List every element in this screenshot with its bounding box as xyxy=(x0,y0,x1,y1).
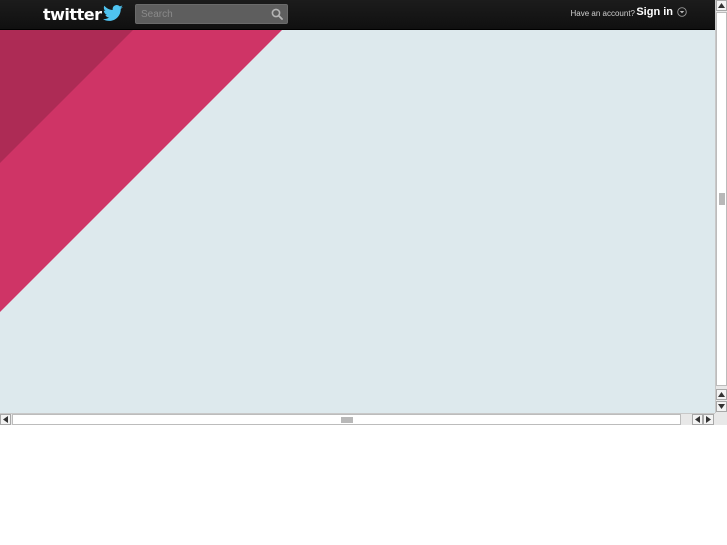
arrow-left-icon[interactable] xyxy=(692,414,703,425)
search-input[interactable] xyxy=(136,5,266,23)
background-artwork xyxy=(0,29,715,414)
top-bar: twitter Have an account? Sign in xyxy=(0,0,715,30)
arrow-up-icon[interactable] xyxy=(716,389,727,400)
twitter-logo[interactable]: twitter xyxy=(43,3,124,25)
browser-viewport: twitter Have an account? Sign in xyxy=(0,0,727,425)
vertical-scrollbar[interactable] xyxy=(715,0,727,413)
arrow-down-icon[interactable] xyxy=(716,401,727,412)
horizontal-scroll-thumb[interactable] xyxy=(12,414,681,425)
caret-down-circle-icon xyxy=(677,7,687,17)
arrow-right-icon[interactable] xyxy=(703,414,714,425)
search-box xyxy=(135,4,288,24)
horizontal-scrollbar[interactable] xyxy=(0,413,715,425)
signin-button[interactable]: Sign in xyxy=(636,6,687,18)
arrow-up-glyph xyxy=(718,392,725,397)
arrow-left-glyph xyxy=(3,416,8,423)
bird-icon xyxy=(103,5,124,21)
magnifier-icon[interactable] xyxy=(271,8,283,20)
scrollbar-corner xyxy=(715,413,727,425)
arrow-down-glyph xyxy=(718,404,725,409)
arrow-up-glyph xyxy=(718,3,725,8)
arrow-up-icon[interactable] xyxy=(716,0,727,11)
logo-text: twitter xyxy=(43,4,102,24)
arrow-left-glyph xyxy=(695,416,700,423)
vertical-scroll-thumb[interactable] xyxy=(716,12,727,386)
thumb-grip xyxy=(719,193,725,205)
arrow-right-glyph xyxy=(706,416,711,423)
thumb-grip xyxy=(341,417,353,423)
arrow-left-icon[interactable] xyxy=(0,414,11,425)
account-prompt: Have an account? xyxy=(570,9,636,18)
signin-label: Sign in xyxy=(636,6,673,18)
